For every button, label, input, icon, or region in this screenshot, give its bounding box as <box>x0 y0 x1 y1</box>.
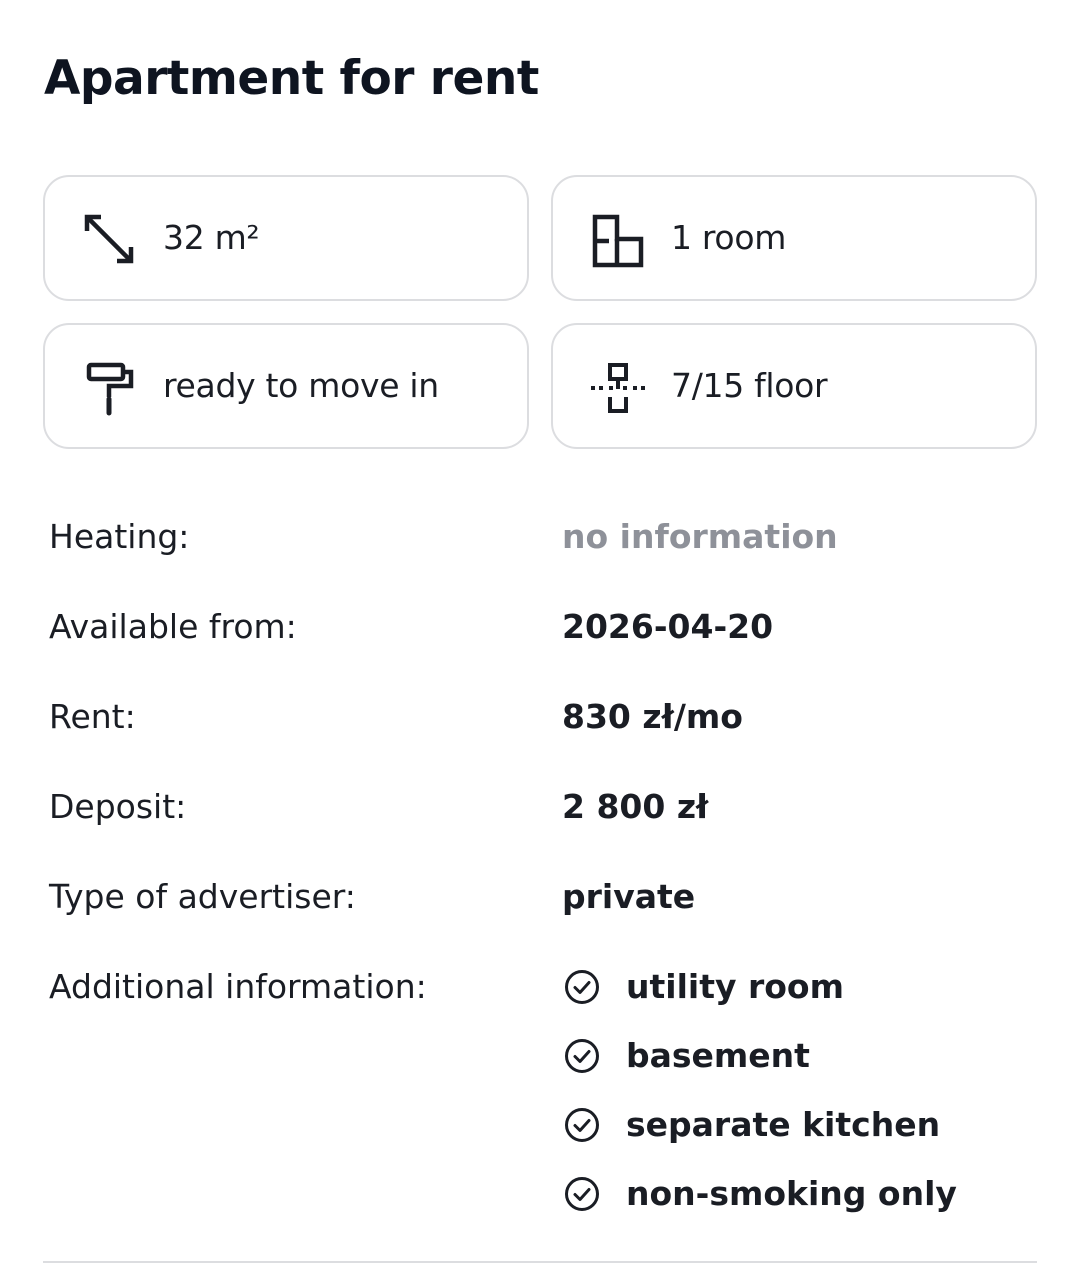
area-value: 32 m² <box>163 218 260 257</box>
area-tile: 32 m² <box>43 175 529 301</box>
heating-label: Heating: <box>49 517 190 556</box>
resize-arrows-icon <box>81 211 139 269</box>
floor-level-icon <box>589 359 647 417</box>
rent-label: Rent: <box>49 697 136 736</box>
check-circle-icon <box>564 1176 600 1212</box>
feature-label: non-smoking only <box>626 1174 957 1213</box>
check-circle-icon <box>564 1038 600 1074</box>
floor-value: 7/15 floor <box>671 366 828 405</box>
condition-value: ready to move in <box>163 366 439 405</box>
additional-info-label: Additional information: <box>49 967 427 1006</box>
available-from-value: 2026-04-20 <box>562 607 774 646</box>
page-title: Apartment for rent <box>44 51 539 106</box>
rooms-value: 1 room <box>671 218 787 257</box>
feature-label: basement <box>626 1036 810 1075</box>
heating-value: no information <box>562 517 838 556</box>
advertiser-type-value: private <box>562 877 696 916</box>
floor-tile: 7/15 floor <box>551 323 1037 449</box>
advertiser-type-label: Type of advertiser: <box>49 877 356 916</box>
rooms-tile: 1 room <box>551 175 1037 301</box>
feature-label: separate kitchen <box>626 1105 941 1144</box>
rent-value: 830 zł/mo <box>562 697 743 736</box>
check-circle-icon <box>564 1107 600 1143</box>
deposit-value: 2 800 zł <box>562 787 709 826</box>
floor-plan-icon <box>589 211 647 269</box>
feature-label: utility room <box>626 967 844 1006</box>
paint-roller-icon <box>81 359 139 417</box>
deposit-label: Deposit: <box>49 787 187 826</box>
section-divider <box>43 1261 1037 1263</box>
condition-tile: ready to move in <box>43 323 529 449</box>
check-circle-icon <box>564 969 600 1005</box>
available-from-label: Available from: <box>49 607 297 646</box>
